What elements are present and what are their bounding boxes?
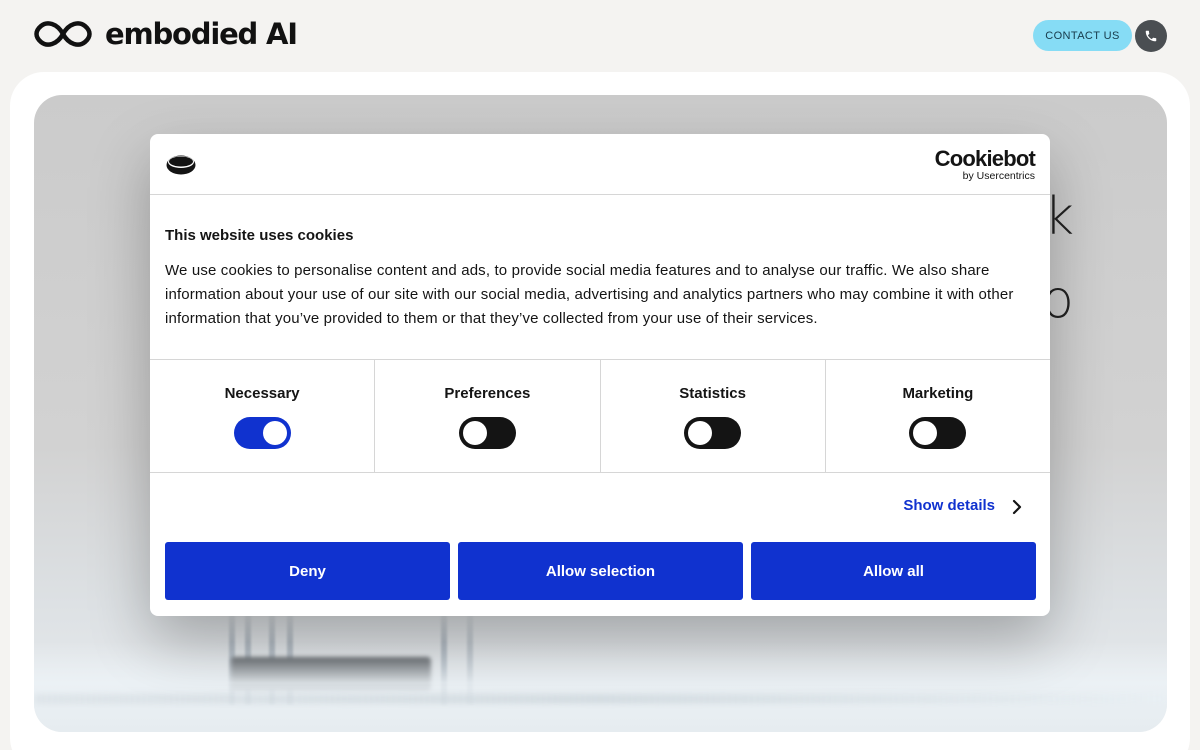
cookiebot-brand[interactable]: Cookiebot by Usercentrics bbox=[934, 146, 1036, 183]
category-label: Necessary bbox=[224, 385, 300, 402]
category-label: Marketing bbox=[902, 385, 974, 402]
consent-categories: Necessary Preferences Statistics Marketi… bbox=[150, 360, 1050, 473]
allow-selection-button[interactable]: Allow selection bbox=[458, 542, 743, 600]
deny-button[interactable]: Deny bbox=[165, 542, 450, 600]
category-marketing: Marketing bbox=[826, 360, 1050, 472]
dialog-body: This website uses cookies We use cookies… bbox=[150, 195, 1050, 360]
dialog-header: Cookiebot by Usercentrics bbox=[150, 134, 1050, 195]
phone-button[interactable] bbox=[1135, 20, 1167, 52]
brand-logo[interactable]: embodied AI bbox=[33, 17, 298, 51]
dialog-actions: Deny Allow selection Allow all bbox=[165, 542, 1036, 600]
necessary-toggle[interactable] bbox=[233, 417, 291, 449]
infinity-logo-icon bbox=[34, 21, 92, 47]
marketing-toggle[interactable] bbox=[909, 417, 967, 449]
chevron-right-icon[interactable] bbox=[1012, 499, 1022, 515]
hero-light-line bbox=[34, 694, 1167, 704]
phone-icon bbox=[1145, 30, 1157, 42]
dialog-description: We use cookies to personalise content an… bbox=[165, 262, 1014, 327]
show-details-link[interactable]: Show details bbox=[903, 497, 995, 514]
cookie-consent-dialog: Cookiebot by Usercentrics This website u… bbox=[150, 134, 1050, 616]
statistics-toggle[interactable] bbox=[684, 417, 742, 449]
category-label: Statistics bbox=[679, 385, 746, 402]
cookie-icon bbox=[166, 155, 196, 175]
hero-glow bbox=[34, 642, 1167, 732]
category-preferences: Preferences bbox=[375, 360, 601, 472]
category-label: Preferences bbox=[444, 385, 531, 402]
preferences-toggle[interactable] bbox=[458, 417, 516, 449]
cookiebot-subtitle: by Usercentrics bbox=[962, 170, 1035, 182]
category-necessary: Necessary bbox=[150, 360, 376, 472]
details-row: Show details bbox=[150, 473, 1050, 541]
dialog-title: This website uses cookies bbox=[165, 227, 354, 244]
category-statistics: Statistics bbox=[601, 360, 826, 472]
cookiebot-name: Cookiebot bbox=[934, 146, 1036, 171]
allow-all-button[interactable]: Allow all bbox=[751, 542, 1036, 600]
brand-name: embodied AI bbox=[105, 17, 298, 51]
contact-us-button[interactable]: CONTACT US bbox=[1033, 20, 1132, 51]
